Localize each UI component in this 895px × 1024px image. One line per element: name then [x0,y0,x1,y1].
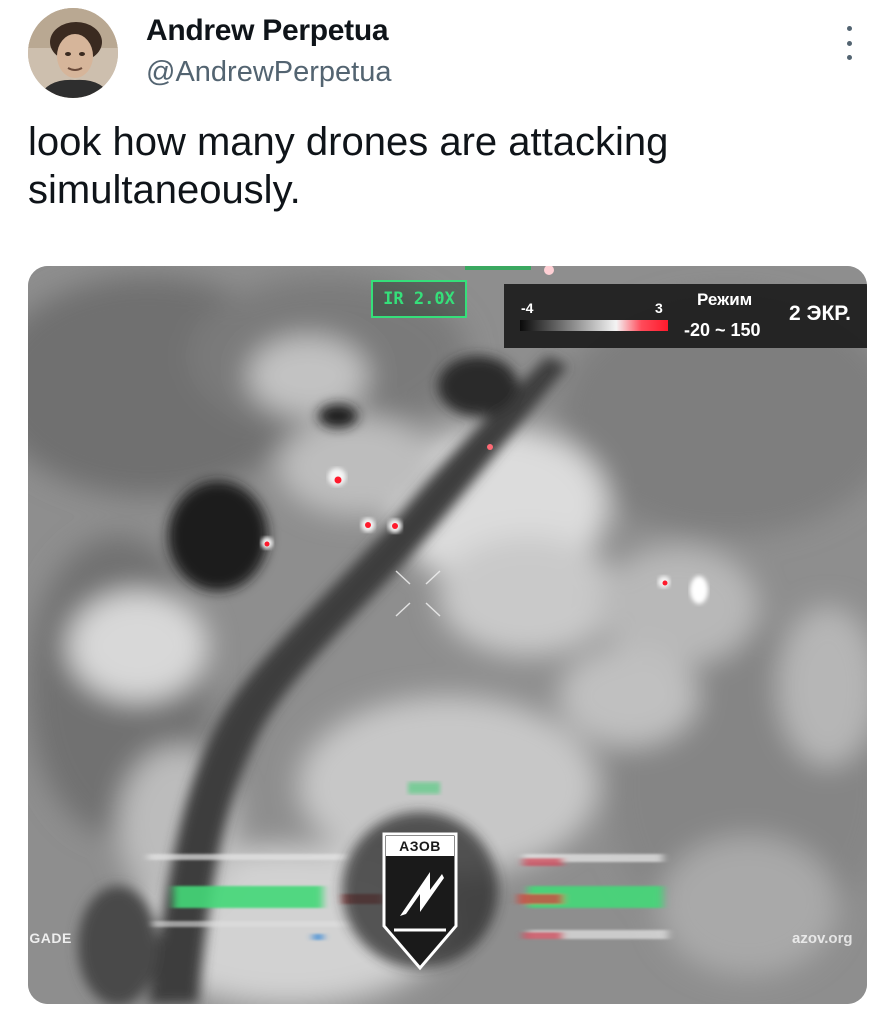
scale-max-label: 3 [655,300,663,316]
thermal-gradient-bar [520,320,668,331]
azov-logo-text: АЗОВ [399,838,441,854]
mode-label: Режим [697,290,753,309]
author-handle[interactable]: @AndrewPerpetua [146,56,391,89]
author-name[interactable]: Andrew Perpetua [146,14,389,48]
thermal-footage-image [28,266,867,1004]
ir-zoom-badge: IR 2.0X [371,280,467,318]
more-vertical-icon[interactable] [838,26,860,60]
tweet-text: look how many drones are attacking simul… [28,120,669,212]
watermark-right: azov.org [792,930,853,947]
scale-min-label: -4 [521,300,534,316]
tweet-media-video[interactable]: IR 2.0X -4 3 Режим -20 ~ 150 2 ЭКР. АЗОВ… [28,266,867,1004]
author-avatar[interactable] [28,8,118,98]
watermark-left: IGADE [28,930,72,946]
mode-range: -20 ~ 150 [684,320,761,340]
avatar-image [28,8,118,98]
thermal-scale-panel: -4 3 Режим -20 ~ 150 2 ЭКР. [504,284,867,348]
screen-label: 2 ЭКР. [789,302,851,325]
